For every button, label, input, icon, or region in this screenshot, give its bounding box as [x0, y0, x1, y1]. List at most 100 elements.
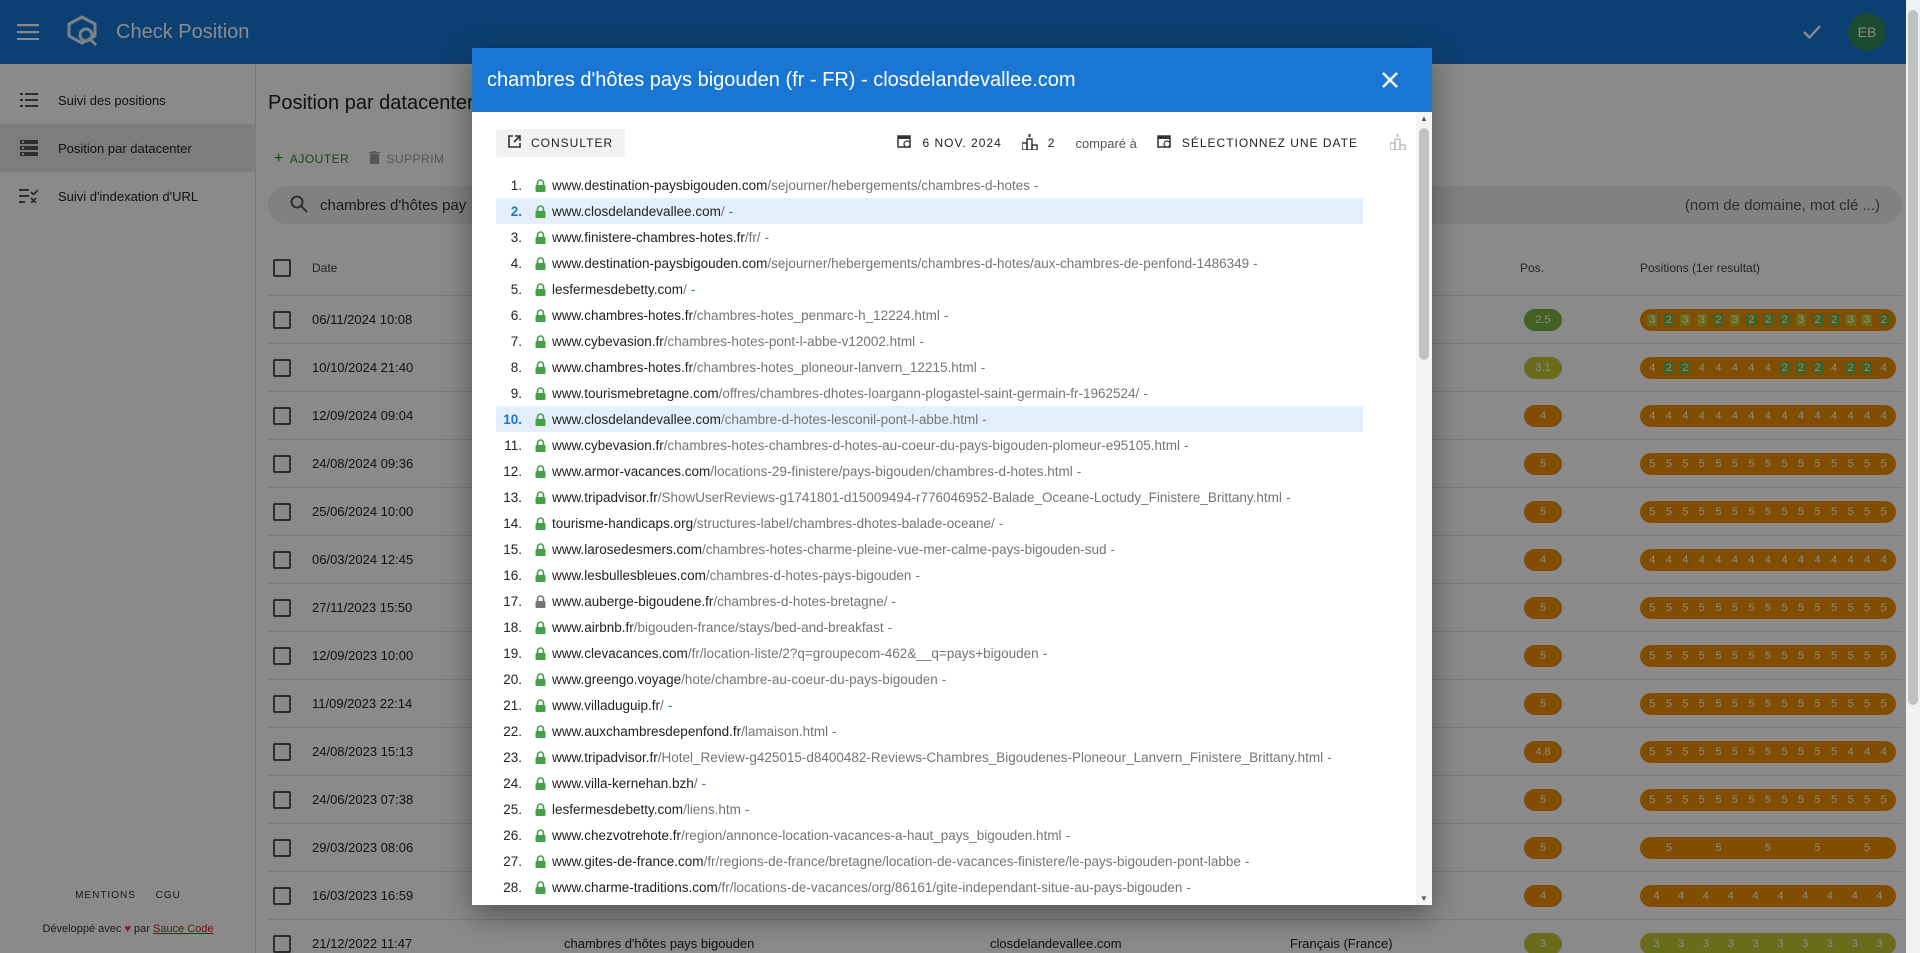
- result-domain[interactable]: lesfermesdebetty.com: [552, 282, 683, 297]
- result-domain[interactable]: www.destination-paysbigouden.com: [552, 178, 767, 193]
- result-domain[interactable]: www.airbnb.fr: [552, 620, 634, 635]
- result-domain[interactable]: www.closdelandevallee.com: [552, 412, 721, 427]
- serp-result-item[interactable]: 11. www.cybevasion.fr/chambres-hotes-cham…: [496, 432, 1363, 458]
- result-rank: 3.: [510, 229, 522, 245]
- dialog-scrollbar[interactable]: ▲ ▼: [1416, 112, 1432, 905]
- result-path[interactable]: /chambres-hotes_ploneour-lanvern_12215.h…: [693, 360, 977, 375]
- result-domain[interactable]: www.villaduguip.fr: [552, 698, 660, 713]
- result-domain[interactable]: www.greengo.voyage: [552, 672, 681, 687]
- serp-result-item[interactable]: 15. www.larosedesmers.com/chambres-hotes-…: [496, 536, 1363, 562]
- serp-result-item[interactable]: 24. www.villa-kernehan.bzh / -: [496, 770, 1363, 796]
- result-path[interactable]: /: [660, 698, 664, 713]
- result-path[interactable]: /: [683, 282, 687, 297]
- result-domain[interactable]: www.larosedesmers.com: [552, 542, 702, 557]
- podium-icon: [1389, 133, 1406, 153]
- compare-datacenter-selector[interactable]: [1389, 133, 1406, 153]
- result-path[interactable]: /lamaison.html: [741, 724, 828, 739]
- serp-result-item[interactable]: 21. www.villaduguip.fr / -: [496, 692, 1363, 718]
- serp-result-item[interactable]: 27. www.gites-de-france.com/fr/regions-de…: [496, 848, 1363, 874]
- serp-result-item[interactable]: 7. www.cybevasion.fr/chambres-hotes-pont-…: [496, 328, 1363, 354]
- result-domain[interactable]: www.tripadvisor.fr: [552, 750, 658, 765]
- result-path[interactable]: /chambres-d-hotes-pays-bigouden: [706, 568, 912, 583]
- result-path[interactable]: /locations-29-finistere/pays-bigouden/ch…: [710, 464, 1072, 479]
- result-domain[interactable]: www.chambres-hotes.fr: [552, 308, 693, 323]
- result-path[interactable]: /offres/chambres-dhotes-loargann-plogast…: [719, 386, 1140, 401]
- serp-result-item[interactable]: 26. www.chezvotrehote.fr/region/annonce-l…: [496, 822, 1363, 848]
- result-separator: -: [1076, 463, 1082, 479]
- result-domain[interactable]: www.auberge-bigoudene.fr: [552, 594, 713, 609]
- serp-results-list: 1. www.destination-paysbigouden.com/sejou…: [496, 172, 1363, 900]
- result-path[interactable]: /sejourner/hebergements/chambres-d-hotes: [767, 178, 1030, 193]
- serp-result-item[interactable]: 3. www.finistere-chambres-hotes.fr/fr/-: [496, 224, 1363, 250]
- result-domain[interactable]: www.villa-kernehan.bzh: [552, 776, 694, 791]
- result-domain[interactable]: www.destination-paysbigouden.com: [552, 256, 767, 271]
- result-domain[interactable]: tourisme-handicaps.org: [552, 516, 693, 531]
- result-path[interactable]: /chambres-hotes-chambres-d-hotes-au-coeu…: [664, 438, 1180, 453]
- serp-result-item[interactable]: 18. www.airbnb.fr/bigouden-france/stays/b…: [496, 614, 1363, 640]
- scroll-up-arrow-icon[interactable]: ▲: [1419, 114, 1429, 123]
- serp-result-item[interactable]: 12. www.armor-vacances.com/locations-29-f…: [496, 458, 1363, 484]
- result-path[interactable]: /fr/: [745, 230, 761, 245]
- result-path[interactable]: /fr/location-liste/2?q=groupecom-462&__q…: [688, 646, 1039, 661]
- serp-result-item[interactable]: 22. www.auxchambresdepenfond.fr/lamaison.…: [496, 718, 1363, 744]
- result-domain[interactable]: www.clevacances.com: [552, 646, 688, 661]
- result-domain[interactable]: www.tourismebretagne.com: [552, 386, 719, 401]
- serp-result-item[interactable]: 13. www.tripadvisor.fr/ShowUserReviews-g1…: [496, 484, 1363, 510]
- serp-result-item[interactable]: 1. www.destination-paysbigouden.com/sejou…: [496, 172, 1363, 198]
- result-path[interactable]: /fr/locations-de-vacances/org/86161/gite…: [718, 880, 1183, 895]
- serp-result-item[interactable]: 4. www.destination-paysbigouden.com/sejou…: [496, 250, 1363, 276]
- result-domain[interactable]: www.lesbullesbleues.com: [552, 568, 706, 583]
- result-path[interactable]: /chambres-hotes-charme-pleine-vue-mer-ca…: [702, 542, 1106, 557]
- result-domain[interactable]: www.armor-vacances.com: [552, 464, 710, 479]
- result-path[interactable]: /Hotel_Review-g425015-d8400482-Reviews-C…: [658, 750, 1323, 765]
- serp-result-item[interactable]: 6. www.chambres-hotes.fr/chambres-hotes_p…: [496, 302, 1363, 328]
- compare-date-picker[interactable]: SÉLECTIONNEZ UNE DATE: [1157, 134, 1358, 152]
- close-icon[interactable]: [1376, 66, 1404, 94]
- serp-result-item[interactable]: 20. www.greengo.voyage/hote/chambre-au-co…: [496, 666, 1363, 692]
- serp-result-item[interactable]: 19. www.clevacances.com/fr/location-liste…: [496, 640, 1363, 666]
- datacenter-selector[interactable]: 2: [1021, 133, 1056, 153]
- scroll-down-arrow-icon[interactable]: ▼: [1419, 894, 1429, 903]
- result-path[interactable]: /hote/chambre-au-coeur-du-pays-bigouden: [681, 672, 938, 687]
- serp-result-item[interactable]: 25. lesfermesdebetty.com/liens.htm -: [496, 796, 1363, 822]
- page-scrollbar[interactable]: [1906, 0, 1920, 953]
- serp-result-item[interactable]: 17. www.auberge-bigoudene.fr/chambres-d-h…: [496, 588, 1363, 614]
- serp-result-item[interactable]: 28. www.charme-traditions.com/fr/location…: [496, 874, 1363, 900]
- result-path[interactable]: /ShowUserReviews-g1741801-d15009494-r776…: [658, 490, 1282, 505]
- result-domain[interactable]: www.chambres-hotes.fr: [552, 360, 693, 375]
- result-path[interactable]: /sejourner/hebergements/chambres-d-hotes…: [767, 256, 1249, 271]
- serp-result-item[interactable]: 5. lesfermesdebetty.com / -: [496, 276, 1363, 302]
- result-path[interactable]: /chambres-hotes-pont-l-abbe-v12002.html: [664, 334, 915, 349]
- result-domain[interactable]: lesfermesdebetty.com: [552, 802, 683, 817]
- result-path[interactable]: /liens.htm: [683, 802, 741, 817]
- scrollbar-thumb[interactable]: [1419, 128, 1429, 360]
- serp-result-item[interactable]: 14. tourisme-handicaps.org/structures-lab…: [496, 510, 1363, 536]
- serp-result-item[interactable]: 23. www.tripadvisor.fr/Hotel_Review-g4250…: [496, 744, 1363, 770]
- result-path[interactable]: /chambres-hotes_penmarc-h_12224.html: [693, 308, 940, 323]
- result-domain[interactable]: www.gites-de-france.com: [552, 854, 704, 869]
- result-path[interactable]: /region/annonce-location-vacances-a-haut…: [681, 828, 1062, 843]
- dialog-body: CONSULTER 6 NOV. 2024 2 comparé à SÉLECT…: [472, 112, 1432, 905]
- result-path[interactable]: /chambre-d-hotes-lesconil-pont-l-abbe.ht…: [721, 412, 978, 427]
- date-picker[interactable]: 6 NOV. 2024: [897, 134, 1001, 152]
- result-domain[interactable]: www.closdelandevallee.com: [552, 204, 721, 219]
- result-domain[interactable]: www.finistere-chambres-hotes.fr: [552, 230, 745, 245]
- result-domain[interactable]: www.chezvotrehote.fr: [552, 828, 681, 843]
- serp-result-item[interactable]: 2. www.closdelandevallee.com / -: [496, 198, 1363, 224]
- result-domain[interactable]: www.cybevasion.fr: [552, 334, 664, 349]
- result-path[interactable]: /fr/regions-de-france/bretagne/location-…: [704, 854, 1241, 869]
- result-path[interactable]: /structures-label/chambres-dhotes-balade…: [693, 516, 995, 531]
- result-domain[interactable]: www.charme-traditions.com: [552, 880, 718, 895]
- result-path[interactable]: /: [694, 776, 698, 791]
- result-path[interactable]: /bigouden-france/stays/bed-and-breakfast: [634, 620, 884, 635]
- serp-result-item[interactable]: 16. www.lesbullesbleues.com/chambres-d-ho…: [496, 562, 1363, 588]
- serp-result-item[interactable]: 10. www.closdelandevallee.com/chambre-d-h…: [496, 406, 1363, 432]
- result-path[interactable]: /: [721, 204, 725, 219]
- result-domain[interactable]: www.tripadvisor.fr: [552, 490, 658, 505]
- serp-result-item[interactable]: 9. www.tourismebretagne.com/offres/chambr…: [496, 380, 1363, 406]
- result-path[interactable]: /chambres-d-hotes-bretagne/: [713, 594, 887, 609]
- consult-button[interactable]: CONSULTER: [496, 129, 626, 157]
- serp-result-item[interactable]: 8. www.chambres-hotes.fr/chambres-hotes_p…: [496, 354, 1363, 380]
- result-domain[interactable]: www.auxchambresdepenfond.fr: [552, 724, 741, 739]
- result-domain[interactable]: www.cybevasion.fr: [552, 438, 664, 453]
